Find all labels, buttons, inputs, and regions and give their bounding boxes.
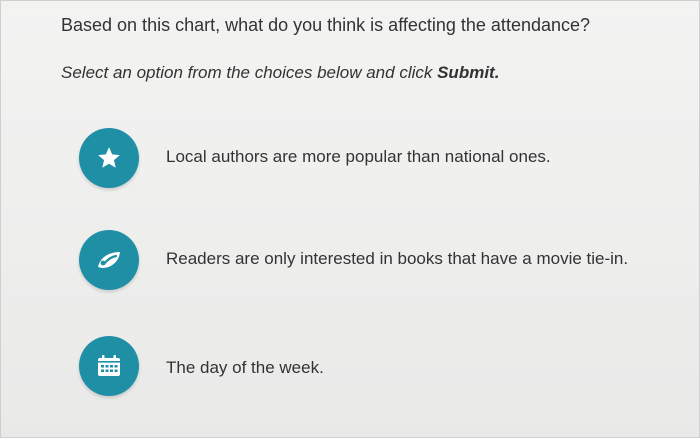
calendar-icon [98, 355, 120, 376]
film-reel-icon [98, 252, 120, 268]
choice-2-label: Readers are only interested in books tha… [166, 249, 629, 268]
submit-reference: Submit. [437, 63, 500, 82]
answer-choice-2[interactable]: Readers are only interested in books tha… [79, 230, 679, 292]
star-icon [98, 147, 120, 168]
question-panel: Based on this chart, what do you think i… [0, 0, 700, 438]
question-prompt: Based on this chart, what do you think i… [61, 15, 591, 35]
choice-2-badge[interactable] [79, 230, 139, 290]
answer-choice-3[interactable]: The day of the week. [79, 336, 679, 398]
answer-choice-1[interactable]: Local authors are more popular than nati… [79, 128, 679, 190]
instruction-text: Select an option from the choices below … [61, 63, 438, 82]
choice-1-label: Local authors are more popular than nati… [166, 147, 551, 166]
question-instruction: Select an option from the choices below … [61, 63, 499, 83]
choice-1-badge[interactable] [79, 128, 139, 188]
choice-3-badge[interactable] [79, 336, 139, 396]
choice-3-label: The day of the week. [166, 358, 324, 377]
